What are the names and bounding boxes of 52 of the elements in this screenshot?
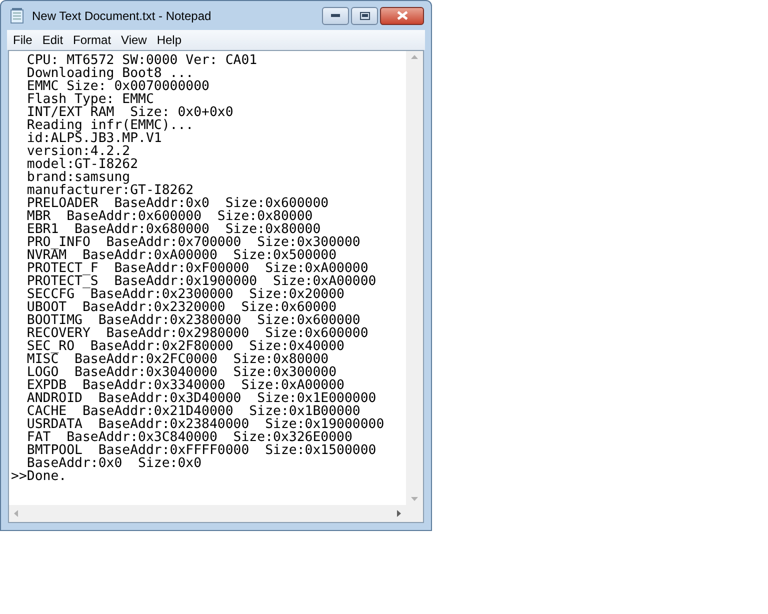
text-line: RECOVERY BaseAddr:0x2980000 Size:0x600000 [26,327,368,340]
text-line: INT/EXT RAM Size: 0x0+0x0 [26,106,234,119]
text-line: EXPDB BaseAddr:0x3340000 Size:0xA00000 [26,379,344,392]
menu-item[interactable]: Help [152,31,187,49]
text-line: manufacturer:GT-I8262 [26,184,194,197]
text-line: FAT BaseAddr:0x3C840000 Size:0x326E0000 [26,431,352,444]
text-line: MISC BaseAddr:0x2FC0000 Size:0x80000 [26,353,329,366]
minimize-button[interactable] [322,6,349,24]
window-title: New Text Document.txt - Notepad [32,8,212,24]
text-line: BaseAddr:0x0 Size:0x0 [26,457,202,470]
text-line: Reading infr(EMMC)... [26,119,194,132]
text-line: CPU: MT6572 SW:0000 Ver: CA01 [26,54,258,67]
text-line: Flash Type: EMMC [26,93,154,106]
text-line: EBR1 BaseAddr:0x680000 Size:0x80000 [26,223,321,236]
text-line: SECCFG BaseAddr:0x2300000 Size:0x20000 [26,288,344,301]
scroll-down-icon[interactable] [411,497,418,501]
text-line: PROTECT_F BaseAddr:0xF00000 Size:0xA00000 [26,262,368,275]
text-line: EMMC Size: 0x0070000000 [26,80,210,93]
text-line: UBOOT BaseAddr:0x2320000 Size:0x60000 [26,301,337,314]
menu-item[interactable]: File [8,31,38,49]
horizontal-scrollbar[interactable] [9,505,406,522]
text-line: id:ALPS.JB3.MP.V1 [26,132,162,145]
notepad-icon [9,8,25,24]
text-line: brand:samsung [26,171,130,184]
text-line: ANDROID BaseAddr:0x3D40000 Size:0x1E000000 [26,392,376,405]
text-line: MBR BaseAddr:0x600000 Size:0x80000 [26,210,313,223]
scroll-right-icon[interactable] [397,510,401,517]
vertical-scrollbar[interactable] [406,51,423,505]
text-line: >>Done. [11,470,67,483]
text-line: NVRAM BaseAddr:0xA00000 Size:0x500000 [26,249,337,262]
maximize-button[interactable] [351,6,378,24]
close-button[interactable] [380,6,424,24]
menu-item[interactable]: Format [68,31,116,49]
text-line: BOOTIMG BaseAddr:0x2380000 Size:0x600000 [26,314,360,327]
text-line: model:GT-I8262 [26,158,138,171]
minimize-icon [331,14,340,17]
text-line: CACHE BaseAddr:0x21D40000 Size:0x1B00000 [26,405,360,418]
scroll-up-icon[interactable] [411,55,418,59]
text-line: Downloading Boot8 ... [26,67,194,80]
text-line: PRELOADER BaseAddr:0x0 Size:0x600000 [26,197,329,210]
text-line: SEC_RO BaseAddr:0x2F80000 Size:0x40000 [26,340,344,353]
scroll-left-icon[interactable] [14,510,18,517]
menu-item[interactable]: Edit [37,31,68,49]
menu-item[interactable]: View [116,31,152,49]
maximize-icon [360,12,370,20]
text-line: version:4.2.2 [26,145,130,158]
close-icon [396,11,408,20]
text-line: PROTECT_S BaseAddr:0x1900000 Size:0xA00000 [26,275,376,288]
text-line: USRDATA BaseAddr:0x23840000 Size:0x19000000 [26,418,384,431]
text-line: PRO_INFO BaseAddr:0x700000 Size:0x300000 [26,236,360,249]
text-line: BMTPOOL BaseAddr:0xFFFF0000 Size:0x1500000 [26,444,376,457]
text-line: LOGO BaseAddr:0x3040000 Size:0x300000 [26,366,337,379]
